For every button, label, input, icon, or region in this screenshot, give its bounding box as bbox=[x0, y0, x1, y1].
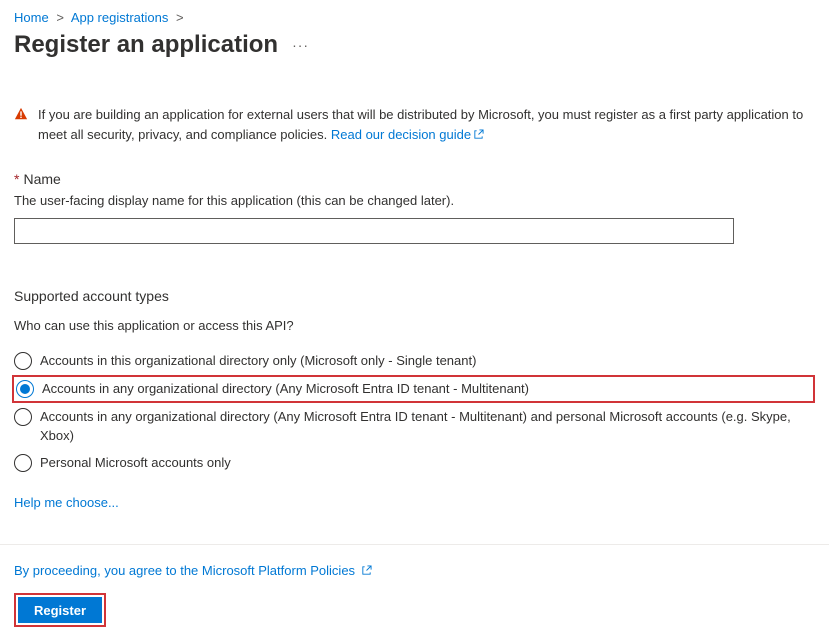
radio-icon bbox=[14, 454, 32, 472]
decision-guide-link[interactable]: Read our decision guide bbox=[331, 127, 484, 142]
breadcrumb-home[interactable]: Home bbox=[14, 10, 49, 25]
more-menu-icon[interactable]: ··· bbox=[292, 37, 309, 53]
account-type-option-multitenant[interactable]: Accounts in any organizational directory… bbox=[12, 375, 815, 403]
consent-text: By proceeding, you agree to the Microsof… bbox=[14, 563, 815, 579]
external-link-icon bbox=[361, 564, 372, 579]
warning-banner: If you are building an application for e… bbox=[14, 105, 815, 145]
warning-icon bbox=[14, 107, 28, 145]
chevron-right-icon: > bbox=[176, 10, 184, 25]
account-types-radio-group: Accounts in this organizational director… bbox=[14, 347, 815, 477]
divider bbox=[0, 544, 829, 545]
help-me-choose-link[interactable]: Help me choose... bbox=[14, 495, 119, 510]
name-input[interactable] bbox=[14, 218, 734, 244]
register-highlight: Register bbox=[14, 593, 106, 627]
chevron-right-icon: > bbox=[56, 10, 64, 25]
external-link-icon bbox=[473, 126, 484, 146]
breadcrumb-app-registrations[interactable]: App registrations bbox=[71, 10, 169, 25]
radio-icon bbox=[14, 408, 32, 426]
warning-text: If you are building an application for e… bbox=[38, 105, 815, 145]
name-label: *Name bbox=[14, 171, 815, 187]
radio-icon bbox=[14, 352, 32, 370]
supported-account-types-heading: Supported account types bbox=[14, 288, 815, 304]
breadcrumb: Home > App registrations > bbox=[14, 10, 815, 25]
register-button[interactable]: Register bbox=[18, 597, 102, 623]
radio-icon bbox=[16, 380, 34, 398]
account-type-option-personal-only[interactable]: Personal Microsoft accounts only bbox=[14, 449, 815, 477]
platform-policies-link[interactable]: By proceeding, you agree to the Microsof… bbox=[14, 563, 372, 578]
required-indicator: * bbox=[14, 171, 19, 187]
account-type-option-single-tenant[interactable]: Accounts in this organizational director… bbox=[14, 347, 815, 375]
page-title: Register an application bbox=[14, 31, 278, 59]
account-type-option-multitenant-personal[interactable]: Accounts in any organizational directory… bbox=[14, 403, 815, 450]
name-help-text: The user-facing display name for this ap… bbox=[14, 193, 815, 208]
supported-account-types-help: Who can use this application or access t… bbox=[14, 318, 815, 333]
